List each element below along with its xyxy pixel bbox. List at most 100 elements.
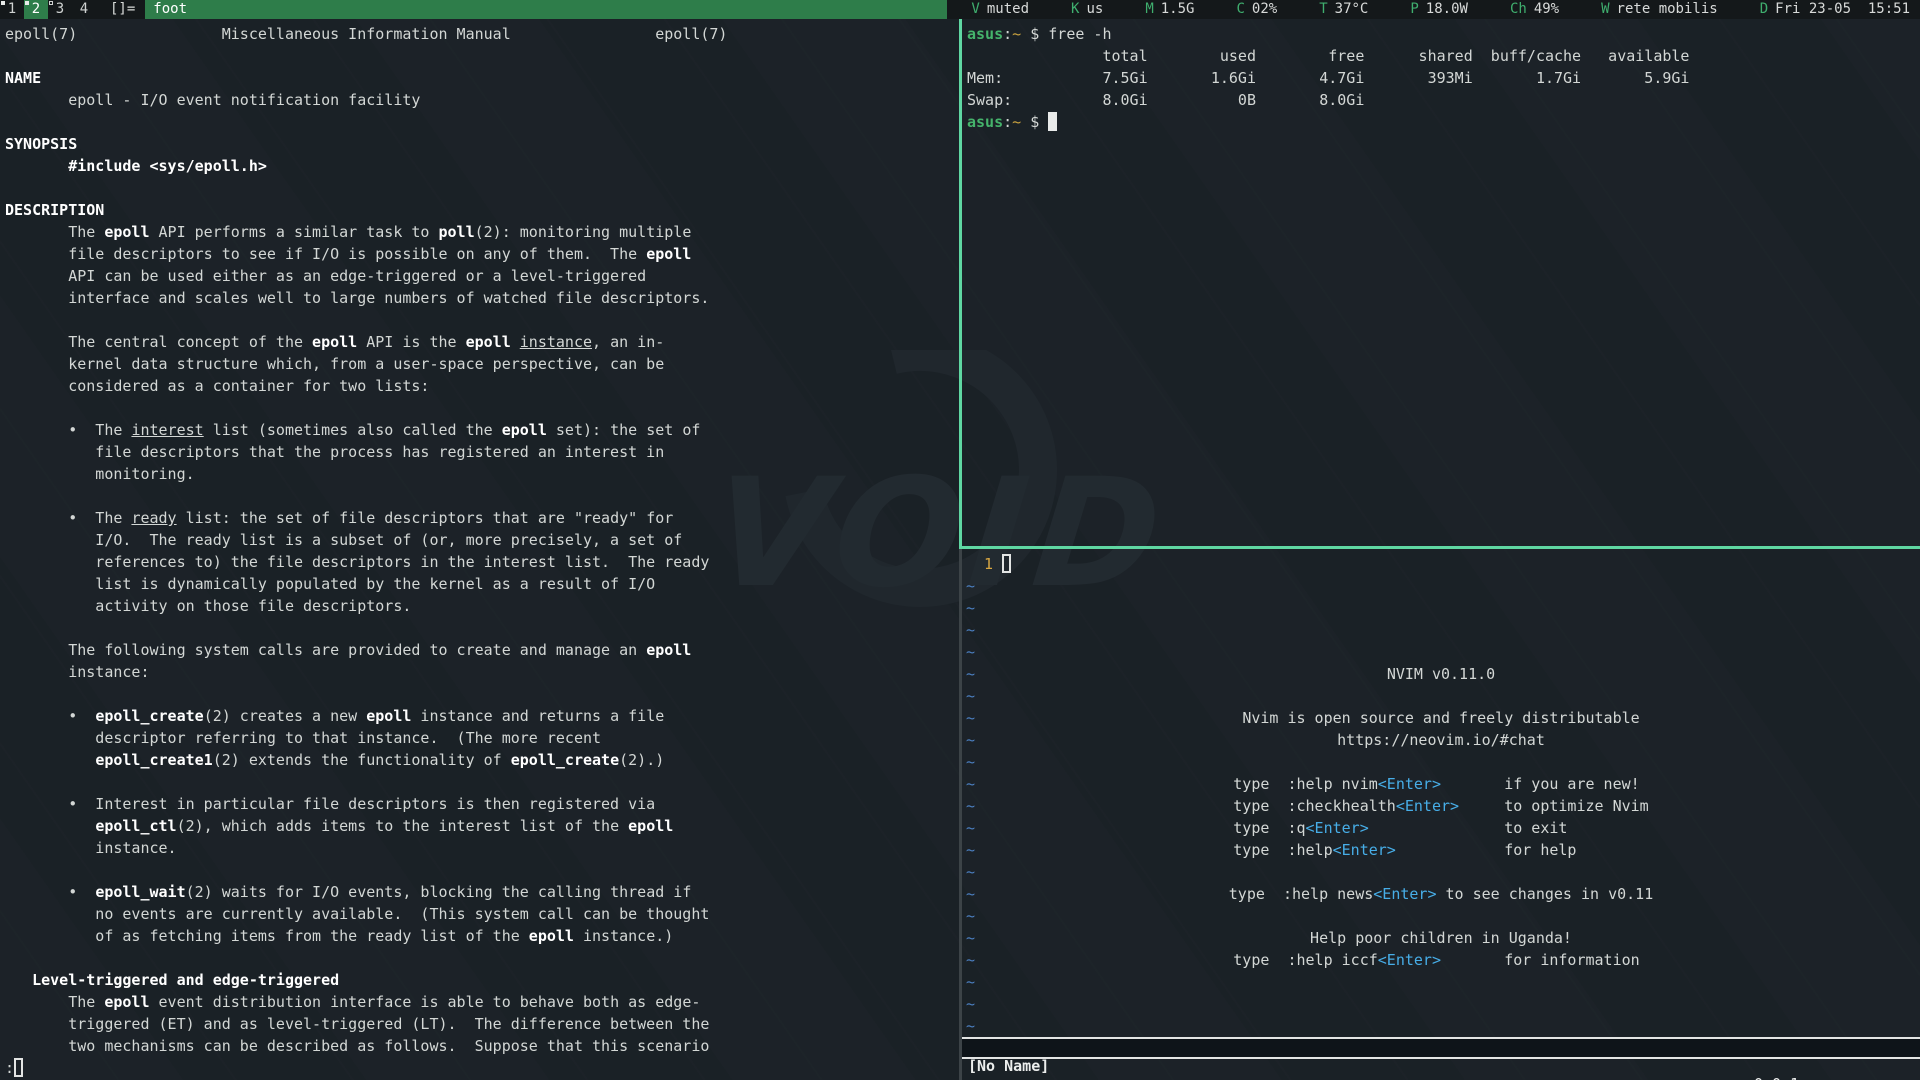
terminal-line: • The ready list: the set of file descri…: [5, 507, 959, 529]
terminal-line: [5, 683, 959, 705]
terminal-line: NVIM v0.11.0: [962, 663, 1920, 685]
terminal-line: [5, 45, 959, 67]
terminal-line: NAME: [5, 67, 959, 89]
nvim-tilde: ~: [966, 597, 1920, 619]
terminal-line: type :checkhealth<Enter> to optimize Nvi…: [962, 795, 1920, 817]
bar-spacer: [947, 0, 971, 19]
terminal-line: two mechanisms can be described as follo…: [5, 1035, 959, 1057]
terminal-line: activity on those file descriptors.: [5, 595, 959, 617]
terminal-line: [5, 859, 959, 881]
terminal-line: The central concept of the epoll API is …: [5, 331, 959, 353]
terminal-line: 1: [966, 553, 1920, 575]
terminal-line: total used free shared buff/cache availa…: [967, 45, 1920, 67]
terminal-line: [962, 861, 1920, 883]
nvim-buffer-line[interactable]: 1: [966, 553, 1920, 575]
terminal-line: [962, 905, 1920, 927]
terminal-line: • epoll_wait(2) waits for I/O events, bl…: [5, 881, 959, 903]
terminal-line: [5, 397, 959, 419]
terminal-line: • epoll_create(2) creates a new epoll in…: [5, 705, 959, 727]
terminal-line: [5, 771, 959, 793]
status-cpu: C02%: [1236, 0, 1277, 19]
terminal-line: [5, 111, 959, 133]
terminal-man-epoll[interactable]: epoll(7) Miscellaneous Information Manua…: [0, 19, 959, 1080]
terminal-line: type :q<Enter> to exit: [962, 817, 1920, 839]
status-bar: 1234 []= foot VmutedKusM1.5GC02%T37°CP18…: [0, 0, 1920, 19]
man-page-text: epoll(7) Miscellaneous Information Manua…: [5, 23, 959, 1057]
terminal-line: [5, 309, 959, 331]
status-charge: Ch49%: [1510, 0, 1559, 19]
terminal-line: type :help news<Enter> to see changes in…: [962, 883, 1920, 905]
terminal-line: type :help<Enter> for help: [962, 839, 1920, 861]
focus-border-vertical: [959, 19, 962, 546]
pane-divider: [959, 549, 962, 1080]
terminal-line: [5, 617, 959, 639]
terminal-line: [962, 751, 1920, 773]
terminal-line: Help poor children in Uganda!: [962, 927, 1920, 949]
workspace-1[interactable]: 1: [0, 0, 24, 19]
nvim-tilde: ~: [966, 641, 1920, 663]
terminal-line: DESCRIPTION: [5, 199, 959, 221]
nvim-tilde: ~: [966, 993, 1920, 1015]
status-date: DFri 23-05 15:51: [1760, 0, 1910, 19]
status-modules: VmutedKusM1.5GC02%T37°CP18.0WCh49%Wrete …: [971, 0, 1920, 19]
workspace-indicator: [49, 1, 53, 5]
terminal-line: references to) the file descriptors in t…: [5, 551, 959, 573]
focus-border-horizontal: [959, 546, 1920, 549]
nvim-buffer-name: [No Name]: [968, 1057, 1049, 1075]
terminal-line: :: [5, 1057, 959, 1079]
nvim-tilde: ~: [966, 619, 1920, 641]
workspace-2[interactable]: 2: [24, 0, 48, 19]
terminal-line: #include <sys/epoll.h>: [5, 155, 959, 177]
nvim-splash: NVIM v0.11.0 Nvim is open source and fre…: [962, 663, 1920, 971]
status-volume: Vmuted: [971, 0, 1029, 19]
terminal-line: I/O. The ready list is a subset of (or, …: [5, 529, 959, 551]
terminal-line: instance.: [5, 837, 959, 859]
terminal-line: epoll(7) Miscellaneous Information Manua…: [5, 23, 959, 45]
terminal-line: [5, 947, 959, 969]
terminal-line: monitoring.: [5, 463, 959, 485]
workspace-indicator: [1, 1, 5, 5]
terminal-line: • The interest list (sometimes also call…: [5, 419, 959, 441]
shell-output: asus:~ $ free -h total used free shared …: [967, 23, 1920, 133]
neovim-window[interactable]: 1 ~~~~~~~~~~~~~~~~~~~~~ NVIM v0.11.0 Nvi…: [962, 549, 1920, 1080]
terminal-line: asus:~ $ free -h: [967, 23, 1920, 45]
terminal-line: descriptor referring to that instance. (…: [5, 727, 959, 749]
terminal-line: The following system calls are provided …: [5, 639, 959, 661]
layout-symbol[interactable]: []=: [96, 0, 145, 19]
status-wifi: Wrete mobilis: [1601, 0, 1718, 19]
terminal-line: Swap: 8.0Gi 0B 8.0Gi: [967, 89, 1920, 111]
nvim-tilde: ~: [966, 575, 1920, 597]
terminal-line: https://neovim.io/#chat: [962, 729, 1920, 751]
terminal-line: epoll_create1(2) extends the functionali…: [5, 749, 959, 771]
terminal-line: The epoll event distribution interface i…: [5, 991, 959, 1013]
terminal-line: triggered (ET) and as level-triggered (L…: [5, 1013, 959, 1035]
workspace-list: 1234: [0, 0, 96, 19]
terminal-line: [962, 685, 1920, 707]
nvim-statusline: [No Name] 0,0-1 All: [962, 1037, 1920, 1059]
terminal-line: considered as a container for two lists:: [5, 375, 959, 397]
terminal-line: interface and scales well to large numbe…: [5, 287, 959, 309]
terminal-shell[interactable]: asus:~ $ free -h total used free shared …: [962, 19, 1920, 546]
terminal-line: asus:~ $: [967, 111, 1920, 133]
workspace-3[interactable]: 3: [48, 0, 72, 19]
terminal-line: [5, 177, 959, 199]
status-keyboard: Kus: [1071, 0, 1103, 19]
terminal-line: type :help iccf<Enter> for information: [962, 949, 1920, 971]
nvim-ruler: 0,0-1: [1754, 1075, 1799, 1080]
terminal-line: epoll - I/O event notification facility: [5, 89, 959, 111]
nvim-tilde: ~: [966, 1015, 1920, 1037]
terminal-line: API can be used either as an edge-trigge…: [5, 265, 959, 287]
terminal-line: Mem: 7.5Gi 1.6Gi 4.7Gi 393Mi 1.7Gi 5.9Gi: [967, 67, 1920, 89]
terminal-line: no events are currently available. (This…: [5, 903, 959, 925]
terminal-line: SYNOPSIS: [5, 133, 959, 155]
terminal-line: file descriptors to see if I/O is possib…: [5, 243, 959, 265]
pager-prompt[interactable]: :: [5, 1057, 959, 1079]
terminal-line: instance:: [5, 661, 959, 683]
terminal-line: kernel data structure which, from a user…: [5, 353, 959, 375]
window-title: foot: [145, 0, 947, 19]
terminal-line: list is dynamically populated by the ker…: [5, 573, 959, 595]
terminal-line: [5, 485, 959, 507]
terminal-line: Level-triggered and edge-triggered: [5, 969, 959, 991]
workspace-4[interactable]: 4: [72, 0, 96, 19]
terminal-line: type :help nvim<Enter> if you are new!: [962, 773, 1920, 795]
